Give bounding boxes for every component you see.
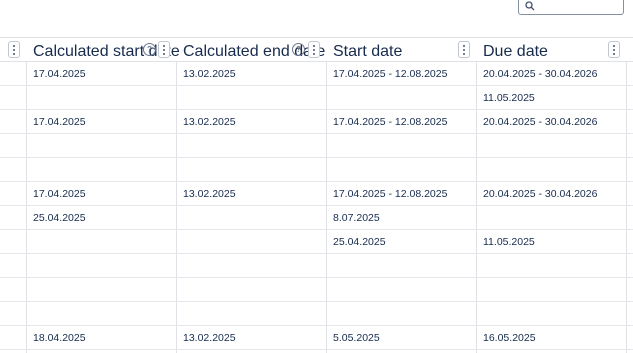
column-menu-button[interactable]	[608, 41, 620, 58]
due-date-cell[interactable]: 20.04.2025 - 30.04.2026	[483, 62, 597, 85]
start-date-cell[interactable]: 8.07.2025	[333, 206, 380, 229]
calculated-end-date-cell[interactable]: 13.02.2025	[183, 326, 236, 349]
dot-icon	[613, 52, 615, 55]
due-date-cell[interactable]: 20.04.2025 - 30.04.2026	[483, 110, 597, 133]
table-row[interactable]: 17.04.2025 13.02.2025 17.04.2025 - 12.08…	[0, 182, 633, 206]
dot-icon	[613, 44, 615, 47]
table-row[interactable]	[0, 158, 633, 182]
calculated-start-date-cell[interactable]: 25.04.2025	[33, 206, 86, 229]
table-row[interactable]: 25.04.2025 8.07.2025	[0, 206, 633, 230]
table-header-row: Calculated start date ? Calculated end d…	[0, 38, 633, 62]
start-date-cell[interactable]: 17.04.2025 - 12.08.2025	[333, 62, 447, 85]
start-date-cell[interactable]: 25.04.2025	[333, 230, 386, 253]
calculated-end-date-cell[interactable]: 13.02.2025	[183, 110, 236, 133]
column-menu-button[interactable]	[158, 41, 170, 58]
dot-icon	[13, 44, 15, 47]
column-header-due-date[interactable]: Due date	[483, 43, 548, 61]
table-row[interactable]: 17.04.2025 13.02.2025 17.04.2025 - 12.08…	[0, 62, 633, 86]
help-icon[interactable]: ?	[143, 43, 156, 56]
start-date-cell[interactable]: 17.04.2025 - 12.08.2025	[333, 182, 447, 205]
table-row[interactable]	[0, 278, 633, 302]
calculated-start-date-cell[interactable]: 17.04.2025	[33, 110, 86, 133]
dot-icon	[313, 48, 315, 51]
table-row[interactable]: 25.04.2025 11.05.2025	[0, 230, 633, 254]
search-input[interactable]	[539, 0, 619, 13]
calculated-end-date-cell[interactable]: 13.02.2025	[183, 62, 236, 85]
due-date-cell[interactable]: 11.05.2025	[483, 230, 535, 253]
start-date-cell[interactable]: 17.04.2025 - 12.08.2025	[333, 110, 447, 133]
column-header-start-date[interactable]: Start date	[333, 43, 402, 61]
table-row[interactable]	[0, 134, 633, 158]
search-box[interactable]	[518, 0, 624, 15]
dot-icon	[463, 52, 465, 55]
start-date-cell[interactable]: 5.05.2025	[333, 326, 380, 349]
dot-icon	[163, 52, 165, 55]
calculated-start-date-cell[interactable]: 17.04.2025	[33, 182, 86, 205]
table-row[interactable]	[0, 254, 633, 278]
dot-icon	[13, 48, 15, 51]
due-date-cell[interactable]: 20.04.2025 - 30.04.2026	[483, 182, 597, 205]
dot-icon	[613, 48, 615, 51]
work-items-table-view: Calculated start date ? Calculated end d…	[0, 0, 633, 353]
dot-icon	[313, 44, 315, 47]
table-row[interactable]	[0, 302, 633, 326]
dot-icon	[463, 44, 465, 47]
due-date-cell[interactable]: 11.05.2025	[483, 86, 535, 109]
calculated-start-date-cell[interactable]: 18.04.2025	[33, 326, 86, 349]
dot-icon	[313, 52, 315, 55]
dot-icon	[13, 52, 15, 55]
table-row[interactable]: 18.04.2025 13.02.2025 5.05.2025 16.05.20…	[0, 326, 633, 350]
table-row[interactable]: 17.04.2025 13.02.2025 17.04.2025 - 12.08…	[0, 110, 633, 134]
dot-icon	[163, 44, 165, 47]
dot-icon	[463, 48, 465, 51]
dot-icon	[163, 48, 165, 51]
help-icon[interactable]: ?	[292, 43, 305, 56]
due-date-cell[interactable]: 16.05.2025	[483, 326, 536, 349]
search-icon	[525, 1, 535, 11]
column-menu-button[interactable]	[8, 41, 20, 58]
column-menu-button[interactable]	[458, 41, 470, 58]
data-grid: Calculated start date ? Calculated end d…	[0, 37, 633, 353]
calculated-end-date-cell[interactable]: 13.02.2025	[183, 182, 236, 205]
table-row[interactable]: 11.05.2025	[0, 86, 633, 110]
calculated-start-date-cell[interactable]: 17.04.2025	[33, 62, 86, 85]
column-menu-button[interactable]	[308, 41, 320, 58]
